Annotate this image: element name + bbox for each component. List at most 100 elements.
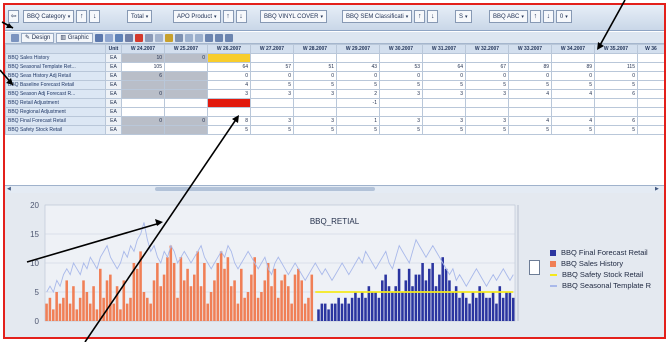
redo-icon[interactable] [194, 33, 203, 42]
table-cell[interactable] [379, 107, 423, 117]
table-cell[interactable] [508, 107, 552, 117]
week-header[interactable]: W 36 [637, 44, 664, 54]
table-cell[interactable] [637, 98, 664, 108]
table-cell[interactable] [637, 125, 664, 135]
table-cell[interactable]: 5 [422, 80, 466, 90]
arrow-down-icon[interactable]: ↓ [235, 10, 247, 23]
table-cell[interactable] [164, 125, 208, 135]
table-cell[interactable]: 51 [293, 62, 337, 72]
arrow-up-icon[interactable]: ↑ [222, 10, 234, 23]
table-cell[interactable]: 5 [250, 80, 294, 90]
table-cell[interactable] [551, 53, 595, 63]
table-cell[interactable] [594, 53, 638, 63]
row-label[interactable]: BBQ Safety Stock Retail [5, 125, 106, 135]
arrow-down-icon[interactable]: ↓ [89, 10, 101, 23]
arrow-down-icon[interactable]: ↓ [542, 10, 554, 23]
table-cell[interactable]: 105 [121, 62, 165, 72]
table-cell[interactable] [379, 98, 423, 108]
table-cell[interactable] [637, 53, 664, 63]
table-cell[interactable] [164, 107, 208, 117]
table-cell[interactable] [637, 71, 664, 81]
table-cell[interactable]: 5 [508, 80, 552, 90]
help-icon[interactable] [224, 33, 233, 42]
table-cell[interactable] [336, 53, 380, 63]
scroll-right-icon[interactable]: ▶ [655, 186, 659, 192]
s-dropdown[interactable]: S ▾ [455, 10, 472, 23]
table-cell[interactable] [637, 89, 664, 99]
table-cell[interactable]: 5 [293, 80, 337, 90]
table-cell[interactable] [250, 107, 294, 117]
table-cell[interactable]: 57 [250, 62, 294, 72]
table-cell[interactable] [422, 98, 466, 108]
table-cell[interactable]: 5 [465, 125, 509, 135]
week-header[interactable]: W 24.2007 [121, 44, 165, 54]
copy-icon[interactable] [104, 33, 113, 42]
table-cell[interactable]: 0 [336, 71, 380, 81]
table-cell[interactable]: 5 [207, 125, 251, 135]
week-header[interactable]: W 30.2007 [379, 44, 423, 54]
week-header[interactable]: W 31.2007 [422, 44, 466, 54]
table-cell[interactable]: 5 [422, 125, 466, 135]
table-cell[interactable]: 3 [465, 89, 509, 99]
row-label[interactable]: BBQ Season Adj Forecast R... [5, 89, 106, 99]
table-cell[interactable] [551, 107, 595, 117]
table-cell[interactable]: 3 [422, 116, 466, 126]
table-cell[interactable] [293, 98, 337, 108]
table-cell[interactable] [594, 98, 638, 108]
design-button[interactable]: ✎ Design [21, 32, 55, 43]
table-cell[interactable]: 3 [250, 89, 294, 99]
table-cell[interactable]: 0 [121, 89, 165, 99]
week-header[interactable]: W 28.2007 [293, 44, 337, 54]
table-cell[interactable] [121, 80, 165, 90]
table-cell[interactable] [250, 53, 294, 63]
table-cell[interactable]: 64 [422, 62, 466, 72]
table-cell[interactable] [465, 98, 509, 108]
table-cell[interactable]: 8 [207, 116, 251, 126]
table-cell[interactable]: 3 [250, 116, 294, 126]
table-cell[interactable]: 5 [551, 80, 595, 90]
table-cell[interactable]: 3 [465, 116, 509, 126]
table-cell[interactable] [508, 53, 552, 63]
table-cell[interactable] [121, 107, 165, 117]
week-header[interactable]: W 32.2007 [465, 44, 509, 54]
arrow-up-icon[interactable]: ↑ [529, 10, 541, 23]
scrollbar-thumb[interactable] [155, 187, 375, 191]
arrow-down-icon[interactable]: ↓ [427, 10, 439, 23]
table-cell[interactable] [207, 107, 251, 117]
table-cell[interactable]: 5 [508, 125, 552, 135]
sum-icon[interactable] [144, 33, 153, 42]
table-cell[interactable] [164, 71, 208, 81]
zero-dropdown[interactable]: 0 ▾ [555, 10, 572, 23]
grid-corner[interactable] [5, 44, 106, 54]
table-cell[interactable] [293, 53, 337, 63]
apo-product-dropdown[interactable]: APO Product ▾ [173, 10, 221, 23]
table-cell[interactable]: 0 [465, 71, 509, 81]
table-cell[interactable]: 0 [250, 71, 294, 81]
table-cell[interactable] [293, 107, 337, 117]
arrow-up-icon[interactable]: ↑ [414, 10, 426, 23]
table-cell[interactable] [164, 89, 208, 99]
table-cell[interactable]: 4 [551, 89, 595, 99]
table-cell[interactable] [594, 107, 638, 117]
row-label[interactable]: BBQ Seasonal Template Ret... [5, 62, 106, 72]
table-cell[interactable]: 3 [379, 116, 423, 126]
table-cell[interactable]: 89 [508, 62, 552, 72]
table-cell[interactable] [637, 80, 664, 90]
table-cell[interactable] [164, 80, 208, 90]
table-cell[interactable] [121, 98, 165, 108]
week-header[interactable]: W 34.2007 [551, 44, 595, 54]
table-cell[interactable]: 0 [508, 71, 552, 81]
table-cell[interactable]: 64 [207, 62, 251, 72]
total-dropdown[interactable]: Total ▾ [127, 10, 153, 23]
table-cell[interactable] [121, 125, 165, 135]
table-cell[interactable] [551, 98, 595, 108]
table-cell[interactable]: 5 [250, 125, 294, 135]
category-dropdown[interactable]: BBQ Category ▾ [23, 10, 75, 23]
table-cell[interactable]: -1 [336, 98, 380, 108]
expand-icon[interactable] [11, 33, 19, 42]
table-cell[interactable]: 3 [422, 89, 466, 99]
pencil-icon[interactable] [164, 33, 173, 42]
week-header[interactable]: W 35.2007 [594, 44, 638, 54]
table-cell[interactable] [164, 62, 208, 72]
table-cell[interactable]: 5 [379, 80, 423, 90]
